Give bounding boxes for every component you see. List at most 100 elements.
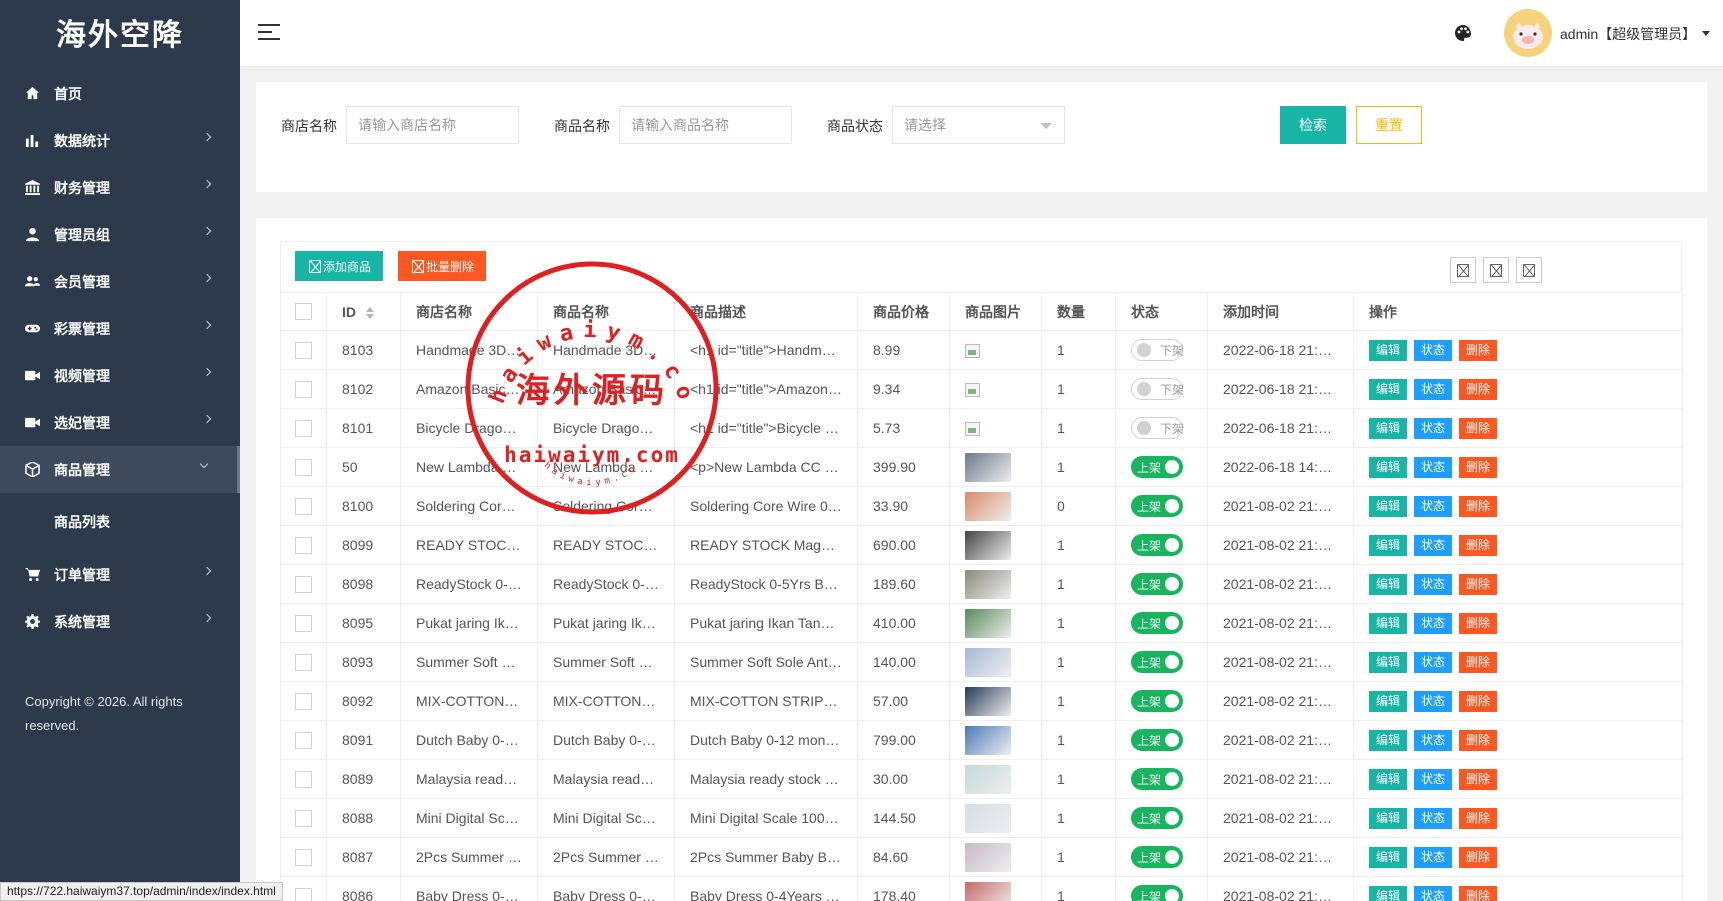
edit-button[interactable]: 编辑 xyxy=(1369,846,1408,868)
table-row[interactable]: 50 New Lambda C... New Lambda C... <p>New L… xyxy=(280,447,1683,487)
row-checkbox-cell[interactable] xyxy=(280,603,327,643)
edit-button[interactable]: 编辑 xyxy=(1369,885,1408,901)
row-checkbox[interactable] xyxy=(295,419,312,437)
state-button[interactable]: 状态 xyxy=(1414,612,1453,634)
avatar[interactable] xyxy=(1504,9,1552,57)
table-row[interactable]: 8099 READY STOCK ... READY STOCK ... READY … xyxy=(280,525,1683,565)
table-row[interactable]: 8092 MIX-COTTON S... MIX-COTTON S... MIX-CO… xyxy=(280,681,1683,721)
status-toggle[interactable]: 上架 xyxy=(1131,885,1183,901)
state-button[interactable]: 状态 xyxy=(1414,885,1453,901)
delete-button[interactable]: 删除 xyxy=(1459,768,1498,790)
delete-button[interactable]: 删除 xyxy=(1459,534,1498,556)
state-button[interactable]: 状态 xyxy=(1414,846,1453,868)
status-toggle[interactable]: 上架 xyxy=(1131,612,1183,634)
state-button[interactable]: 状态 xyxy=(1414,378,1453,400)
table-row[interactable]: 8089 Malaysia ready s... Malaysia ready s.… xyxy=(280,759,1683,799)
edit-button[interactable]: 编辑 xyxy=(1369,768,1408,790)
shop-name-input[interactable]: 请输入商店名称 xyxy=(346,106,519,144)
row-checkbox-cell[interactable] xyxy=(280,876,327,901)
user-name[interactable]: admin【超级管理员】 xyxy=(1560,24,1696,44)
row-checkbox[interactable] xyxy=(295,536,312,554)
product-image[interactable] xyxy=(965,725,1011,755)
export-icon[interactable] xyxy=(1483,257,1509,283)
edit-button[interactable]: 编辑 xyxy=(1369,612,1408,634)
product-image[interactable] xyxy=(965,491,1011,521)
table-row[interactable]: 8103 Handmade 3D V... Handmade 3D V... <h1 … xyxy=(280,330,1683,370)
delete-button[interactable]: 删除 xyxy=(1459,690,1498,712)
sort-icon[interactable] xyxy=(366,306,375,319)
sidebar-item-5[interactable]: 彩票管理 xyxy=(0,305,240,352)
delete-button[interactable]: 删除 xyxy=(1459,573,1498,595)
sidebar-item-6[interactable]: 视频管理 xyxy=(0,352,240,399)
status-toggle[interactable]: 下架 xyxy=(1131,417,1184,439)
status-toggle[interactable]: 上架 xyxy=(1131,534,1183,556)
row-checkbox[interactable] xyxy=(295,887,312,901)
row-checkbox[interactable] xyxy=(295,458,312,476)
edit-button[interactable]: 编辑 xyxy=(1369,378,1408,400)
edit-button[interactable]: 编辑 xyxy=(1369,807,1408,829)
state-button[interactable]: 状态 xyxy=(1414,651,1453,673)
search-button[interactable]: 检索 xyxy=(1280,106,1346,144)
delete-button[interactable]: 删除 xyxy=(1459,807,1498,829)
state-button[interactable]: 状态 xyxy=(1414,807,1453,829)
user-menu-caret-icon[interactable] xyxy=(1702,31,1710,36)
row-checkbox[interactable] xyxy=(295,770,312,788)
product-image[interactable] xyxy=(965,803,1011,833)
sidebar-item-8[interactable]: 商品管理 xyxy=(0,446,240,493)
table-row[interactable]: 8087 2Pcs Summer B... 2Pcs Summer B... 2Pcs… xyxy=(280,837,1683,877)
row-checkbox-cell[interactable] xyxy=(280,486,327,526)
edit-button[interactable]: 编辑 xyxy=(1369,690,1408,712)
row-checkbox-cell[interactable] xyxy=(280,759,327,799)
edit-button[interactable]: 编辑 xyxy=(1369,534,1408,556)
status-toggle[interactable]: 下架 xyxy=(1131,339,1184,361)
state-button[interactable]: 状态 xyxy=(1414,690,1453,712)
product-image[interactable] xyxy=(965,764,1011,794)
delete-button[interactable]: 删除 xyxy=(1459,495,1498,517)
state-button[interactable]: 状态 xyxy=(1414,729,1453,751)
row-checkbox-cell[interactable] xyxy=(280,642,327,682)
delete-button[interactable]: 删除 xyxy=(1459,885,1498,901)
product-image[interactable] xyxy=(965,686,1011,716)
sidebar-item-1[interactable]: 数据统计 xyxy=(0,117,240,164)
product-image[interactable] xyxy=(965,452,1011,482)
status-toggle[interactable]: 上架 xyxy=(1131,573,1183,595)
row-checkbox-cell[interactable] xyxy=(280,369,327,409)
row-checkbox[interactable] xyxy=(295,692,312,710)
add-goods-button[interactable]: 添加商品 xyxy=(295,251,384,281)
row-checkbox[interactable] xyxy=(295,575,312,593)
sidebar-item-0[interactable]: 首页 xyxy=(0,70,240,117)
menu-toggle-icon[interactable] xyxy=(258,24,280,42)
table-row[interactable]: 8091 Dutch Baby 0-12... Dutch Baby 0-12...… xyxy=(280,720,1683,760)
row-checkbox-cell[interactable] xyxy=(280,720,327,760)
status-toggle[interactable]: 下架 xyxy=(1131,378,1184,400)
row-checkbox[interactable] xyxy=(295,809,312,827)
delete-button[interactable]: 删除 xyxy=(1459,378,1498,400)
row-checkbox[interactable] xyxy=(295,653,312,671)
state-button[interactable]: 状态 xyxy=(1414,417,1453,439)
row-checkbox[interactable] xyxy=(295,731,312,749)
table-row[interactable]: 8095 Pukat jaring Ikan... Pukat jaring Ika… xyxy=(280,603,1683,643)
sidebar-item-7[interactable]: 选妃管理 xyxy=(0,399,240,446)
table-row[interactable]: 8102 Amazon Basics ... Amazon Basics ... <h… xyxy=(280,369,1683,409)
select-all-checkbox[interactable] xyxy=(295,303,312,321)
edit-button[interactable]: 编辑 xyxy=(1369,495,1408,517)
edit-button[interactable]: 编辑 xyxy=(1369,573,1408,595)
edit-button[interactable]: 编辑 xyxy=(1369,729,1408,751)
edit-button[interactable]: 编辑 xyxy=(1369,651,1408,673)
delete-button[interactable]: 删除 xyxy=(1459,417,1498,439)
product-image[interactable] xyxy=(965,569,1011,599)
state-button[interactable]: 状态 xyxy=(1414,339,1453,361)
reset-button[interactable]: 重置 xyxy=(1356,106,1422,144)
sidebar-item-9[interactable]: 订单管理 xyxy=(0,551,240,598)
product-image[interactable] xyxy=(965,881,1011,901)
status-toggle[interactable]: 上架 xyxy=(1131,651,1183,673)
state-button[interactable]: 状态 xyxy=(1414,768,1453,790)
status-toggle[interactable]: 上架 xyxy=(1131,807,1183,829)
status-toggle[interactable]: 上架 xyxy=(1131,768,1183,790)
brand-logo[interactable]: 海外空降 xyxy=(0,0,240,64)
edit-button[interactable]: 编辑 xyxy=(1369,417,1408,439)
sidebar-item-10[interactable]: 系统管理 xyxy=(0,598,240,645)
row-checkbox[interactable] xyxy=(295,380,312,398)
row-checkbox-cell[interactable] xyxy=(280,330,327,370)
table-row[interactable]: 8098 ReadyStock 0-5... ReadyStock 0-5... Re… xyxy=(280,564,1683,604)
